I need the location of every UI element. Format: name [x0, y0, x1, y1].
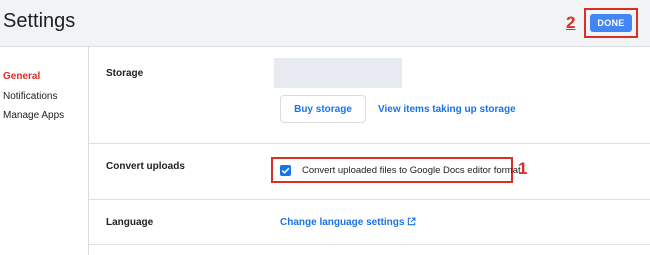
- change-language-link-text: Change language settings: [280, 217, 405, 228]
- convert-uploads-label: Convert uploads: [106, 161, 185, 172]
- sidebar-item-notifications[interactable]: Notifications: [3, 91, 57, 102]
- settings-header: Settings 2 DONE: [0, 0, 650, 47]
- settings-sidebar: General Notifications Manage Apps: [0, 47, 89, 255]
- change-language-link[interactable]: Change language settings: [280, 217, 416, 228]
- sidebar-item-general[interactable]: General: [3, 71, 40, 82]
- done-button-label: DONE: [597, 18, 625, 28]
- page-title: Settings: [3, 10, 76, 32]
- language-label: Language: [106, 217, 154, 228]
- sidebar-item-manage-apps[interactable]: Manage Apps: [3, 110, 64, 121]
- divider: [89, 143, 650, 144]
- done-highlight-box: DONE: [584, 8, 638, 38]
- storage-label: Storage: [106, 68, 144, 79]
- annotation-number-1: 1: [518, 159, 528, 178]
- view-items-storage-link[interactable]: View items taking up storage: [378, 104, 516, 115]
- annotation-number-2: 2: [566, 13, 576, 32]
- buy-storage-button[interactable]: Buy storage: [280, 95, 366, 123]
- divider: [89, 244, 650, 245]
- convert-highlight-box: Convert uploaded files to Google Docs ed…: [271, 157, 521, 183]
- storage-usage-bar: [274, 58, 402, 88]
- checkmark-icon: [281, 167, 290, 174]
- convert-checkbox[interactable]: [280, 165, 291, 176]
- external-link-icon: [408, 217, 416, 226]
- divider: [89, 199, 650, 200]
- convert-checkbox-label: Convert uploaded files to Google Docs ed…: [302, 165, 521, 176]
- done-button[interactable]: DONE: [590, 14, 632, 32]
